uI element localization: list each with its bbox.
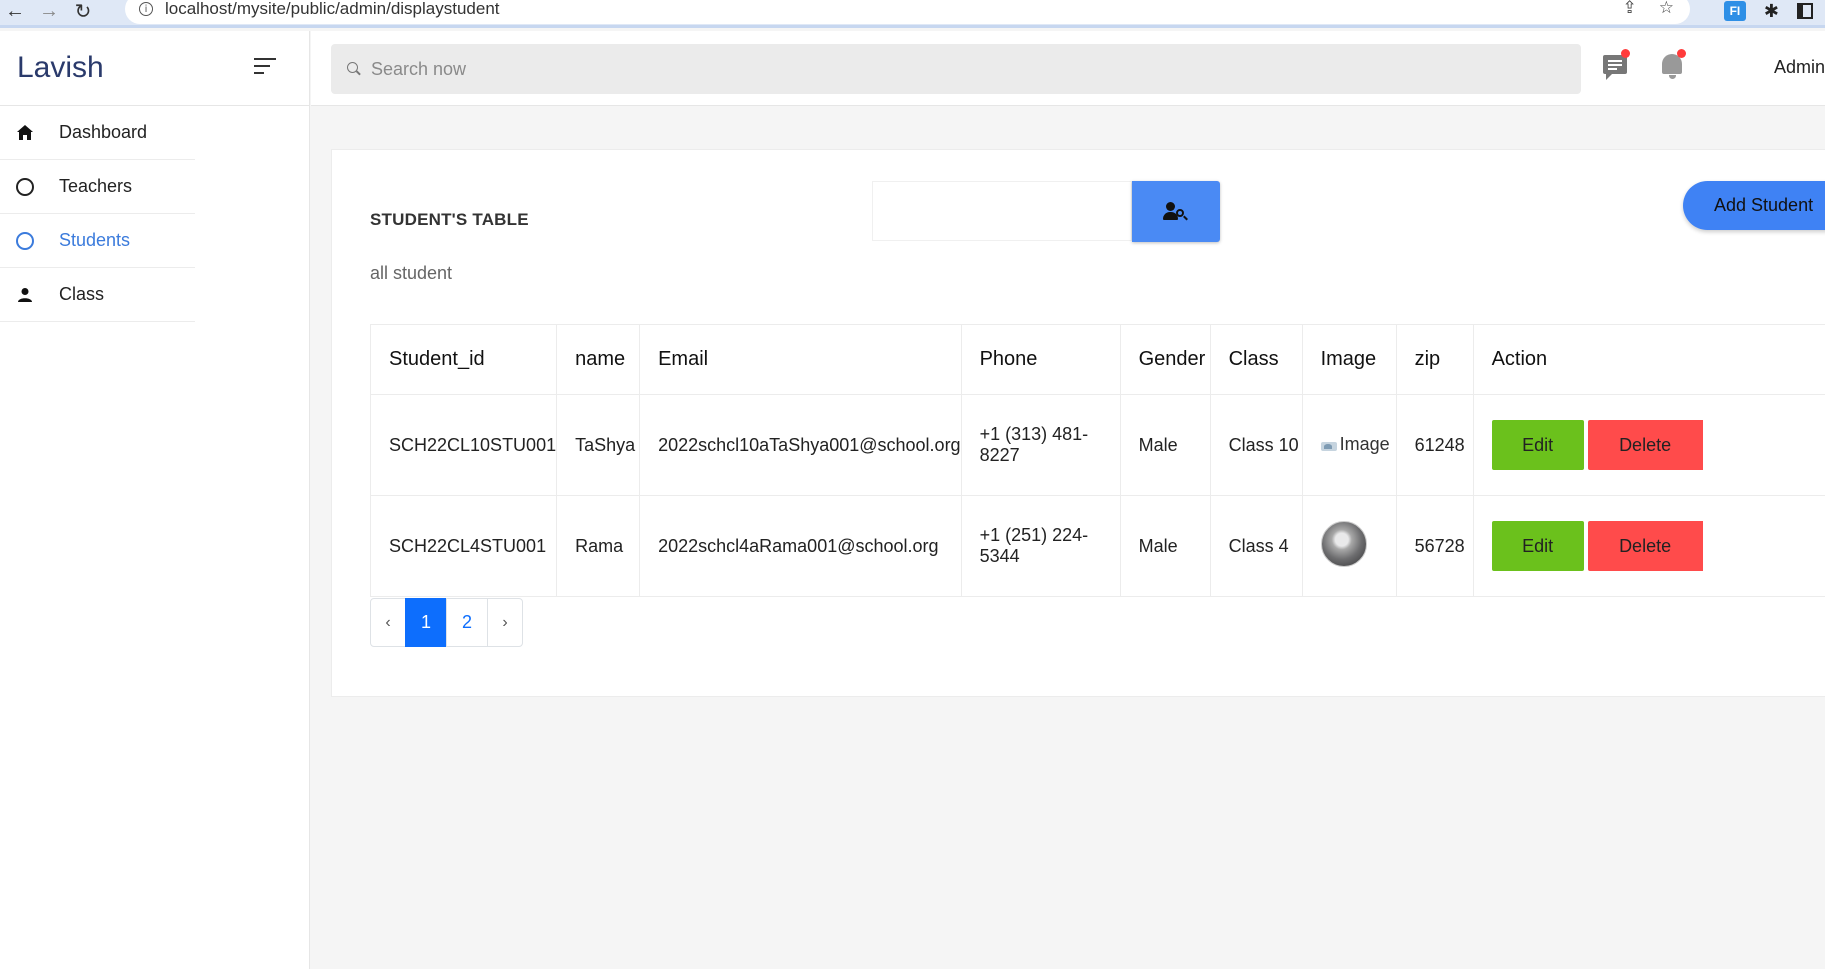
pagination-page-2[interactable]: 2 [446,598,488,647]
column-header: Phone [960,324,1121,395]
circle-icon [15,177,35,197]
pagination: ‹ 1 2 › [370,598,523,647]
cell-image [1301,495,1397,597]
cell-gender: Male [1119,495,1211,597]
sidebar-item-label: Class [59,284,105,304]
brand-row: Lavish [0,31,309,106]
site-info-icon[interactable]: i [139,2,153,16]
edit-button[interactable]: Edit [1491,521,1584,571]
cell-zip: 61248 [1395,394,1474,496]
search-input[interactable] [371,58,1471,80]
cell-name: TaShya [556,394,641,496]
student-photo [1320,520,1367,567]
broken-image-icon [1320,439,1339,451]
url-text: localhost/mysite/public/admin/displaystu… [165,0,500,18]
home-icon [15,123,35,143]
cell-student-id: SCH22CL4STU001 [369,495,558,597]
cell-name: Rama [556,495,641,597]
circle-icon [15,231,35,251]
students-card: STUDENT'S TABLE all student Add Student … [331,149,1825,697]
topbar: Admin [311,31,1825,106]
table-row: SCH22CL4STU001 Rama 2022schcl4aRama001@s… [369,495,1825,597]
cell-email: 2022schcl4aRama001@school.org [639,495,962,597]
column-header: Image [1301,324,1397,395]
sidebar-item-label: Dashboard [59,122,148,142]
sidebar-item-class[interactable]: Class [0,268,195,322]
messages-icon[interactable] [1601,49,1631,81]
cell-action: Edit Delete [1472,495,1825,597]
card-title: STUDENT'S TABLE [370,210,529,229]
cell-gender: Male [1119,394,1211,496]
search-icon [347,62,361,76]
cell-phone: +1 (251) 224-5344 [960,495,1121,597]
pagination-page-1[interactable]: 1 [405,598,447,647]
column-header: zip [1395,324,1474,395]
back-arrow-icon[interactable]: ← [0,0,30,22]
column-header: Gender [1119,324,1211,395]
delete-button[interactable]: Delete [1587,420,1703,470]
global-search[interactable] [331,44,1581,94]
broken-image: Image [1320,434,1390,455]
sidebar-item-label: Teachers [59,176,133,196]
notification-dot [1621,49,1630,58]
extensions-puzzle-icon[interactable]: ✱ [1764,1,1779,22]
brand-logo[interactable]: Lavish [17,51,104,85]
menu-toggle-icon[interactable] [254,58,278,76]
delete-button[interactable]: Delete [1587,521,1703,571]
table-row: SCH22CL10STU001 TaShya 2022schcl10aTaShy… [369,394,1825,496]
image-alt-text: Image [1339,434,1390,455]
pagination-prev[interactable]: ‹ [370,598,406,647]
sidebar-item-dashboard[interactable]: Dashboard [0,106,195,160]
person-icon [15,285,35,305]
column-header: Class [1209,324,1303,395]
cell-zip: 56728 [1395,495,1474,597]
extension-fi-icon[interactable]: FI [1723,1,1746,21]
cell-student-id: SCH22CL10STU001 [369,394,558,496]
forward-arrow-icon[interactable]: → [34,0,64,22]
share-icon[interactable]: ⇪ [1623,0,1637,18]
column-header: Student_id [369,324,558,395]
sidebar: Lavish Dashboard Teachers Students Class [0,31,310,969]
bell-icon[interactable] [1657,49,1687,81]
cell-email: 2022schcl10aTaShya001@school.org [639,394,962,496]
user-search-icon [1163,202,1189,222]
admin-menu[interactable]: Admin [1774,57,1825,78]
cell-action: Edit Delete [1472,394,1825,496]
cell-image: Image [1301,394,1397,496]
sidebar-item-label: Students [59,230,131,250]
edit-button[interactable]: Edit [1491,420,1584,470]
browser-toolbar: ← → ↻ i localhost/mysite/public/admin/di… [0,0,1825,28]
column-header: Action [1472,324,1825,395]
student-search-input[interactable] [872,181,1132,241]
pagination-next[interactable]: › [487,598,523,647]
sidebar-item-students[interactable]: Students [0,214,195,268]
add-student-button[interactable]: Add Student [1683,181,1825,230]
students-table: Student_id name Email Phone Gender Class… [369,324,1825,597]
table-header-row: Student_id name Email Phone Gender Class… [369,324,1825,395]
sidebar-item-teachers[interactable]: Teachers [0,160,195,214]
side-panel-icon[interactable] [1797,3,1813,19]
cell-class: Class 4 [1209,495,1303,597]
reload-icon[interactable]: ↻ [68,0,98,23]
address-bar[interactable]: i localhost/mysite/public/admin/displays… [125,0,1690,24]
column-header: name [556,324,641,395]
student-search-button[interactable] [1132,181,1220,242]
column-header: Email [639,324,962,395]
cell-phone: +1 (313) 481-8227 [960,394,1121,496]
cell-class: Class 10 [1209,394,1303,496]
notification-dot [1677,49,1686,58]
card-subtitle: all student [370,263,453,283]
bookmark-star-icon[interactable]: ☆ [1659,0,1674,18]
